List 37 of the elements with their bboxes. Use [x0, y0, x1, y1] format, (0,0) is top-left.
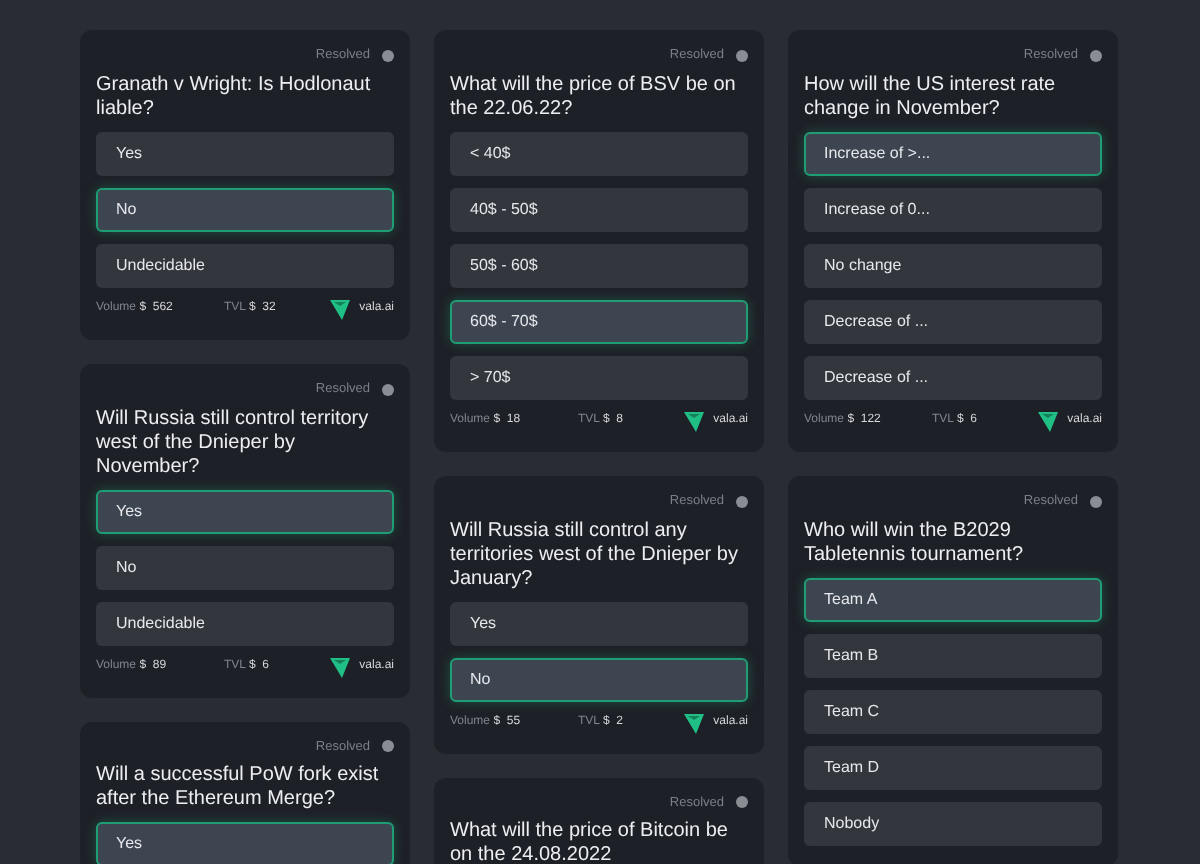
answer-option[interactable]: Yes — [96, 822, 394, 864]
logo-icon — [1037, 411, 1058, 432]
answer-option[interactable]: > 70$ — [450, 355, 748, 400]
question-title: Will Russia still control territory west of the Dnieper by November? — [96, 407, 371, 479]
answer-option[interactable]: 40$ - 50$ — [450, 187, 748, 232]
logo-icon — [683, 411, 704, 432]
logo-icon — [329, 657, 350, 677]
answer-option[interactable]: Yes — [450, 601, 748, 645]
answer-option[interactable]: Nobody — [804, 801, 1102, 845]
answer-option[interactable]: 50$ - 60$ — [450, 243, 748, 288]
logo-icon — [329, 299, 350, 320]
question-title: Who will win the B2029 Tabletennis tournament? — [804, 519, 1026, 567]
answer-option[interactable]: No — [96, 545, 394, 589]
question-title: What will the price of BSV be on the 22.06.22? — [450, 73, 738, 122]
answer-option[interactable]: Team D — [804, 745, 1102, 789]
answer-option[interactable]: Undecidable — [96, 243, 394, 288]
answer-option[interactable]: No change — [804, 243, 1102, 288]
answer-option[interactable]: Yes — [96, 131, 394, 176]
answer-option[interactable]: No — [450, 657, 748, 701]
question-title: What will the price of Bitcoin be on the 24.08.2022 — [450, 820, 730, 864]
question-title: Granath v Wright: Is Hodlonaut liable? — [96, 73, 373, 122]
question-title: Will Russia still control any territories west of the Dnieper by January? — [450, 519, 740, 591]
answer-option[interactable]: Team A — [804, 577, 1102, 621]
question-title: How will the US interest rate change in November? — [804, 73, 1058, 122]
answer-option[interactable]: Decrease of ... — [804, 355, 1102, 400]
answer-option[interactable]: Increase of 0... — [804, 187, 1102, 232]
answer-option[interactable]: Team C — [804, 689, 1102, 733]
answer-option[interactable]: < 40$ — [450, 131, 748, 176]
answer-option[interactable]: Increase of >... — [804, 131, 1102, 176]
question-title: Will a successful PoW fork exist after the Ethereum Merge? — [96, 764, 381, 813]
answer-option[interactable]: No — [96, 187, 394, 232]
answer-option[interactable]: Undecidable — [96, 601, 394, 645]
answer-option[interactable]: 60$ - 70$ — [450, 299, 748, 344]
answer-option[interactable]: Team B — [804, 633, 1102, 677]
answer-option[interactable]: Decrease of ... — [804, 299, 1102, 344]
logo-icon — [683, 713, 704, 733]
answer-option[interactable]: Yes — [96, 489, 394, 533]
